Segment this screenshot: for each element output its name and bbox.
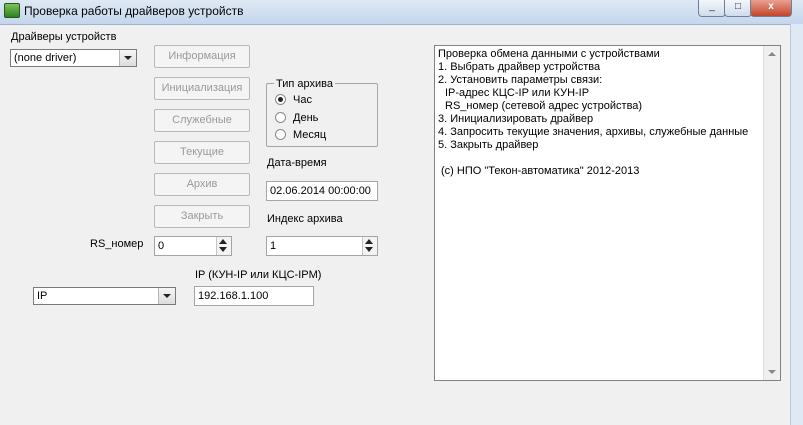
- rs-number-stepper[interactable]: 0: [154, 236, 232, 256]
- spin-up-icon[interactable]: [365, 239, 373, 244]
- radio-hour[interactable]: [275, 94, 286, 105]
- info-button[interactable]: Информация: [154, 45, 250, 68]
- memo-line: 2. Установить параметры связи:: [438, 74, 603, 86]
- memo-line: RS_номер (сетевой адрес устройства): [445, 100, 643, 112]
- spin-buttons[interactable]: [362, 237, 377, 255]
- close-driver-button[interactable]: Закрыть: [154, 205, 250, 228]
- rs-number-value: 0: [158, 240, 165, 252]
- maximize-button[interactable]: □: [724, 0, 752, 17]
- memo-line: 1. Выбрать драйвер устройства: [438, 61, 601, 73]
- memo-line: 5. Закрыть драйвер: [438, 139, 539, 151]
- minimize-button[interactable]: _: [698, 0, 726, 17]
- driver-select[interactable]: (none driver): [10, 49, 137, 67]
- spin-up-icon[interactable]: [219, 239, 227, 244]
- service-button[interactable]: Служебные: [154, 109, 250, 132]
- datetime-value: 02.06.2014 00:00:00: [270, 185, 371, 197]
- spin-down-icon[interactable]: [219, 247, 227, 252]
- archive-type-title: Тип архива: [274, 78, 335, 90]
- radio-hour-label[interactable]: Час: [293, 94, 312, 106]
- ip-label: IP (КУН-IP или КЦС-IPM): [195, 269, 322, 281]
- info-memo[interactable]: Проверка обмена данными с устройствами 1…: [434, 45, 781, 381]
- chevron-down-icon[interactable]: [158, 288, 175, 304]
- memo-line: 3. Инициализировать драйвер: [438, 113, 594, 125]
- window-title: Проверка работы драйверов устройств: [24, 4, 244, 18]
- archive-index-stepper[interactable]: 1: [266, 236, 378, 256]
- archive-index-label: Индекс архива: [267, 213, 343, 225]
- ip-address-value: 192.168.1.100: [198, 290, 269, 302]
- memo-line: (c) НПО "Текон-автоматика" 2012-2013: [441, 165, 640, 177]
- memo-line: Проверка обмена данными с устройствами: [438, 48, 660, 60]
- radio-day-label[interactable]: День: [293, 112, 318, 124]
- memo-scrollbar[interactable]: [763, 46, 780, 380]
- memo-line: IP-адрес КЦС-IP или КУН-IP: [445, 87, 590, 99]
- spin-down-icon[interactable]: [365, 247, 373, 252]
- window-right-frame: [790, 24, 803, 425]
- chevron-down-icon[interactable]: [119, 50, 136, 66]
- memo-line: 4. Запросить текущие значения, архивы, с…: [438, 126, 749, 138]
- scroll-down-icon[interactable]: [768, 370, 776, 374]
- title-bar[interactable]: Проверка работы драйверов устройств _ □ …: [0, 0, 803, 25]
- init-button[interactable]: Инициализация: [154, 77, 250, 100]
- driver-select-value: (none driver): [14, 52, 77, 64]
- connection-type-value: IP: [37, 290, 48, 302]
- app-icon: [4, 3, 20, 18]
- close-window-button[interactable]: x: [750, 0, 792, 17]
- connection-type-select[interactable]: IP: [33, 287, 176, 305]
- radio-day[interactable]: [275, 112, 286, 123]
- current-button[interactable]: Текущие: [154, 141, 250, 164]
- datetime-input[interactable]: 02.06.2014 00:00:00: [266, 181, 378, 201]
- scroll-up-icon[interactable]: [768, 52, 776, 56]
- radio-month-label[interactable]: Месяц: [293, 129, 326, 141]
- rs-number-label: RS_номер: [90, 238, 144, 250]
- archive-index-value: 1: [270, 240, 277, 252]
- ip-address-input[interactable]: 192.168.1.100: [194, 286, 314, 306]
- spin-buttons[interactable]: [216, 237, 231, 255]
- datetime-label: Дата-время: [267, 157, 327, 169]
- driver-label: Драйверы устройств: [11, 31, 117, 43]
- archive-button[interactable]: Архив: [154, 173, 250, 196]
- radio-month[interactable]: [275, 129, 286, 140]
